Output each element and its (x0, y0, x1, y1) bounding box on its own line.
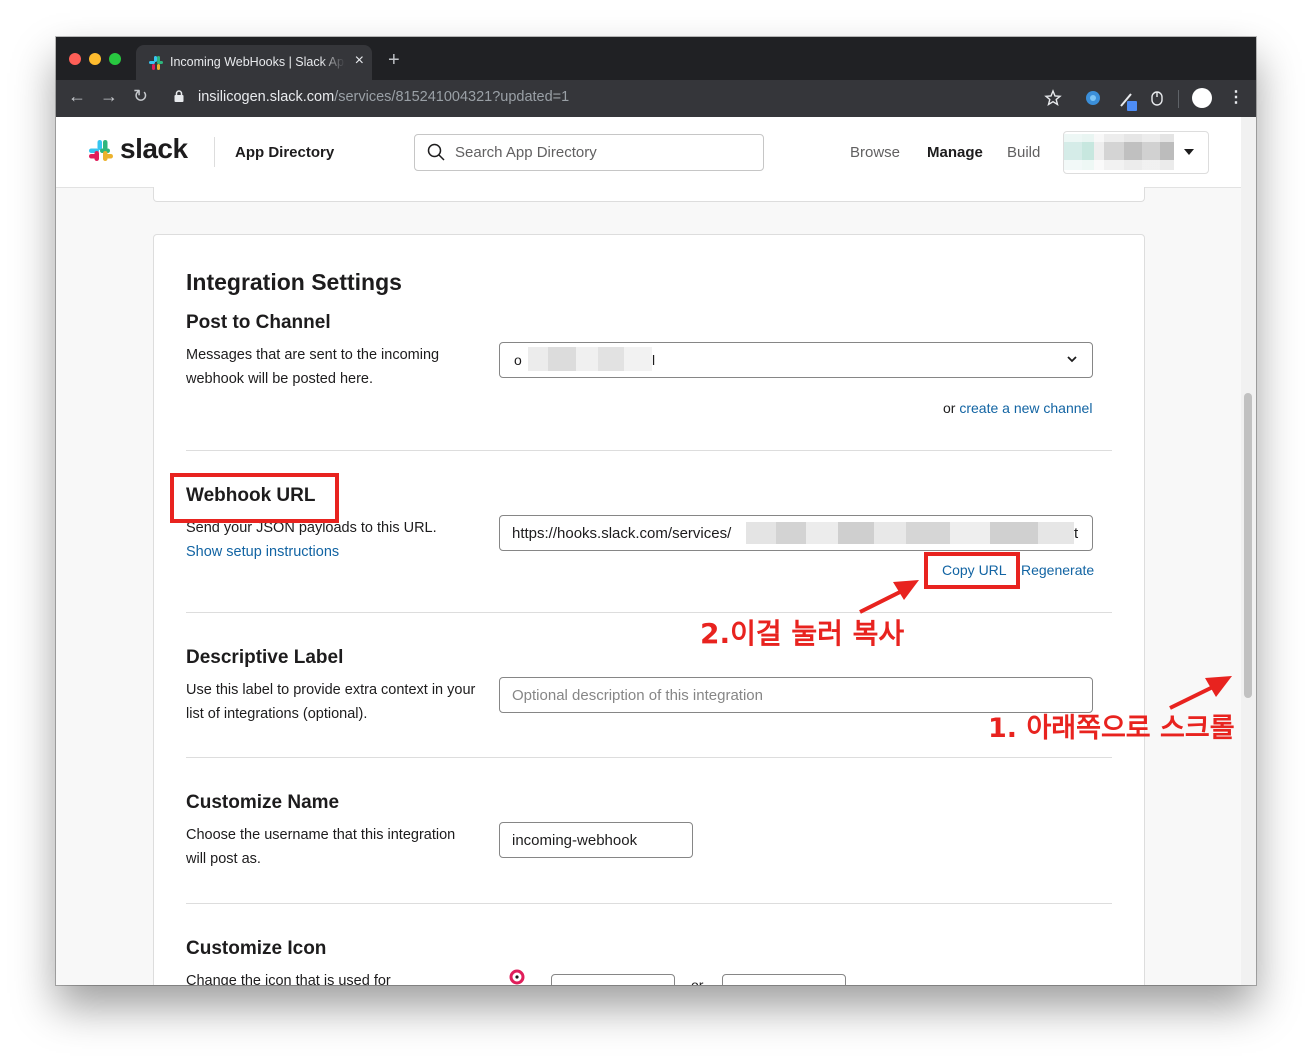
arrow-to-scrollbar-icon (1169, 676, 1232, 710)
arrow-to-copy-url-icon (859, 580, 919, 614)
annotation-arrows (859, 580, 1232, 710)
step2-annotation: 2.이걸 눌러 복사 (700, 617, 905, 650)
step1-annotation: 1. 아래쪽으로 스크롤 (988, 713, 1235, 744)
